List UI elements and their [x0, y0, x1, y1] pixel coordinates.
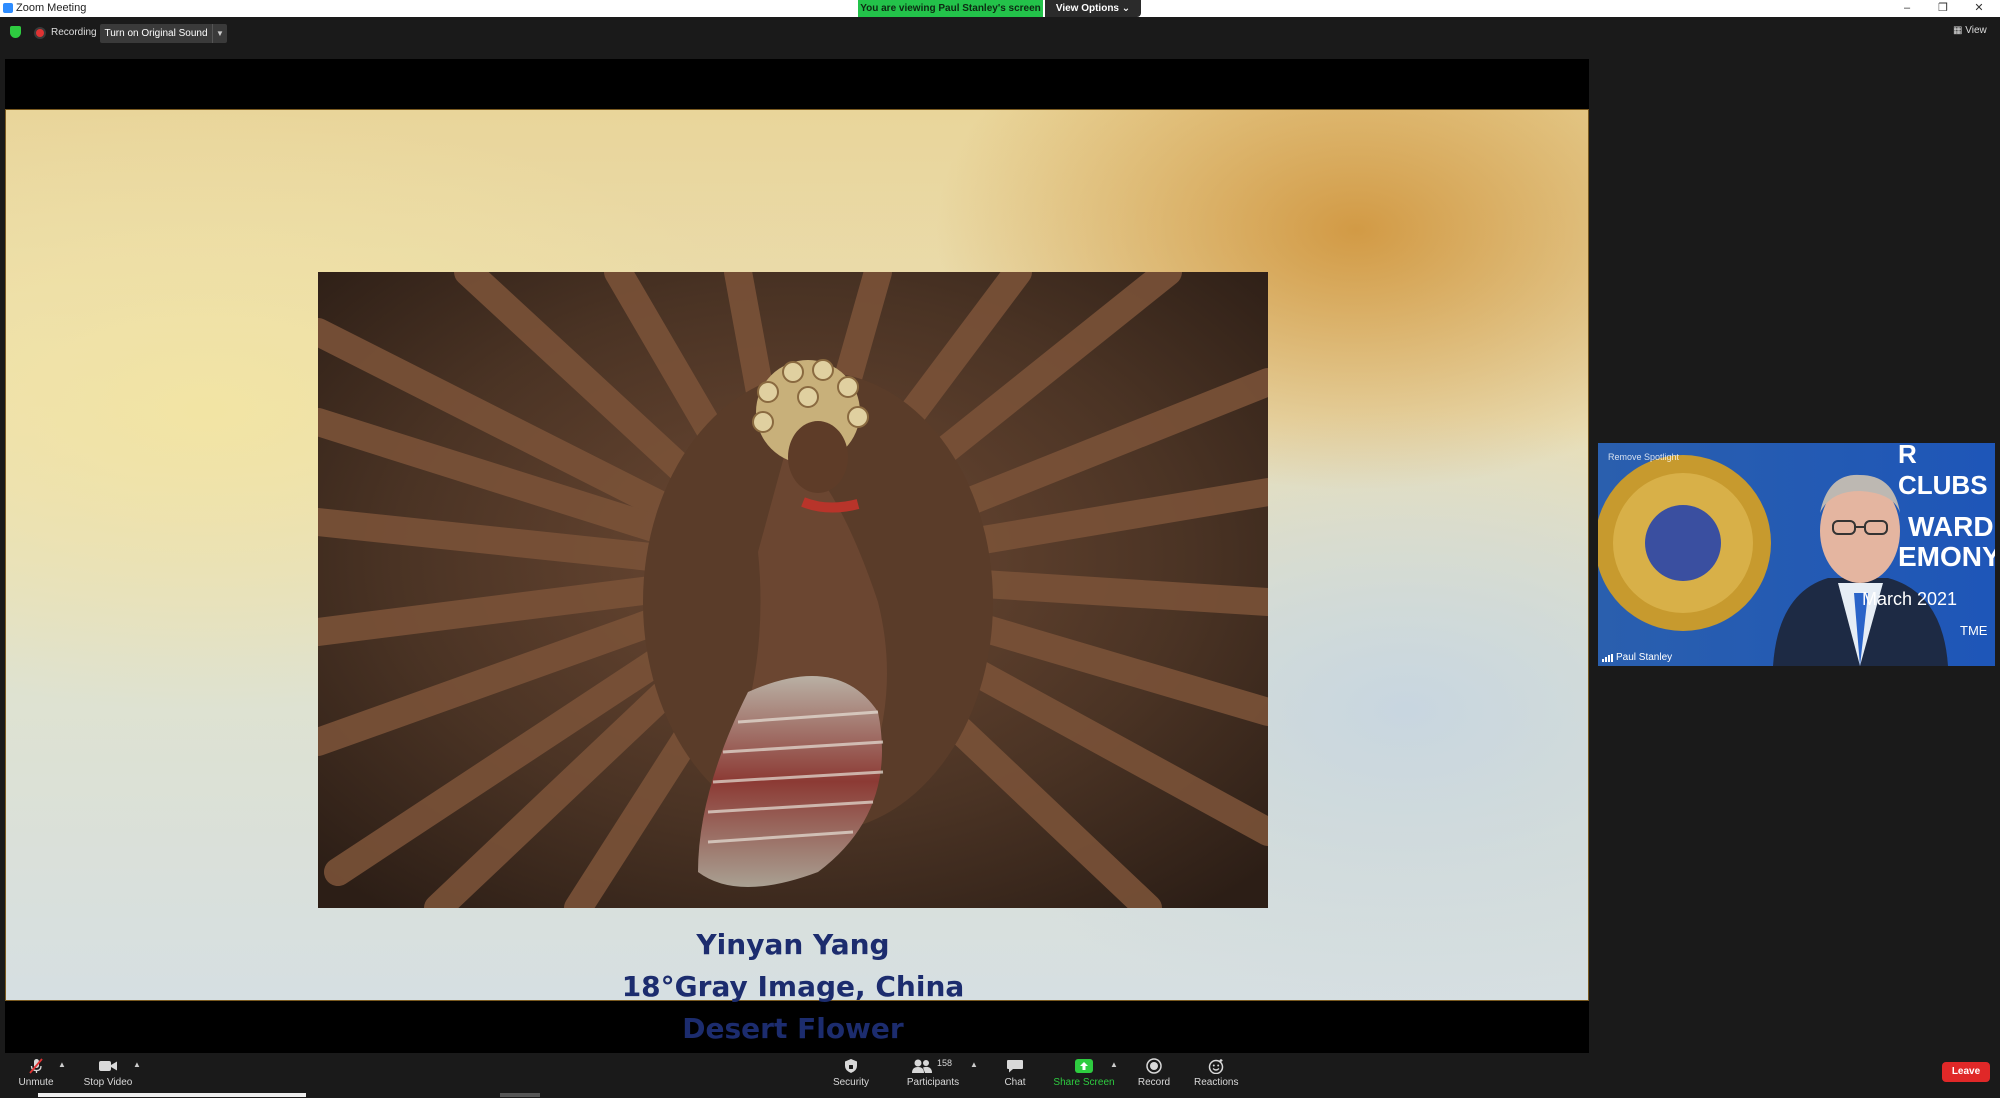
- desert-flower-photo: [318, 272, 1268, 908]
- view-layout-button[interactable]: ▦ View: [1953, 25, 1987, 36]
- participants-button[interactable]: 158 Participants: [903, 1058, 963, 1088]
- speaker-video-tile[interactable]: Remove Spotlight R CLUBS WARD EMONY Marc…: [1598, 443, 1995, 666]
- viewing-screen-notice: You are viewing Paul Stanley's screen: [858, 0, 1043, 17]
- video-options-caret-icon[interactable]: ▲: [133, 1060, 141, 1069]
- share-options-caret-icon[interactable]: ▲: [1110, 1060, 1118, 1069]
- chat-bubble-icon: [1007, 1060, 1023, 1073]
- security-button[interactable]: Security: [826, 1058, 876, 1088]
- bottom-scroll-strip: [38, 1093, 306, 1097]
- recording-label: Recording: [51, 27, 97, 38]
- participants-label: Participants: [906, 1077, 960, 1088]
- background-text-3: EMONY: [1898, 541, 1995, 572]
- participants-options-caret-icon[interactable]: ▲: [970, 1060, 978, 1069]
- signal-strength-icon: [1602, 654, 1613, 662]
- audio-options-caret-icon[interactable]: ▲: [58, 1060, 66, 1069]
- photographer-name: Yinyan Yang: [696, 928, 890, 961]
- original-sound-dropdown[interactable]: ▼: [212, 24, 227, 43]
- encryption-shield-icon[interactable]: [10, 26, 21, 38]
- photo-source: 18°Gray Image, China: [621, 970, 965, 1003]
- background-text-2: WARD: [1908, 511, 1994, 542]
- record-button[interactable]: Record: [1136, 1058, 1172, 1088]
- security-shield-icon: [845, 1059, 857, 1073]
- unmute-label: Unmute: [18, 1077, 54, 1088]
- unmute-button[interactable]: Unmute: [16, 1058, 56, 1088]
- share-screen-button[interactable]: Share Screen: [1052, 1058, 1116, 1088]
- background-text-1: R CLUBS: [1898, 443, 1988, 500]
- background-text-5: TME: [1960, 623, 1988, 638]
- slide-photo: [318, 272, 1268, 908]
- slide-caption: Yinyan Yang 18°Gray Image, China Desert …: [468, 924, 1118, 1050]
- stop-video-label: Stop Video: [83, 1077, 133, 1088]
- participants-count-badge: 158: [937, 1058, 953, 1068]
- participants-icon: [912, 1059, 932, 1073]
- chat-label: Chat: [1004, 1077, 1026, 1088]
- video-camera-icon: [99, 1061, 117, 1071]
- grid-icon: ▦: [1953, 25, 1966, 36]
- leave-meeting-button[interactable]: Leave: [1942, 1062, 1990, 1082]
- record-icon: [1146, 1058, 1162, 1074]
- reactions-label: Reactions: [1194, 1077, 1239, 1088]
- speaker-name-label: Paul Stanley: [1616, 652, 1673, 663]
- original-sound-button[interactable]: Turn on Original Sound: [100, 24, 212, 43]
- zoom-app-icon: [3, 3, 13, 13]
- bottom-scroll-marker: [500, 1093, 540, 1097]
- muted-microphone-icon: [29, 1058, 43, 1074]
- window-title-bar: Zoom Meeting You are viewing Paul Stanle…: [0, 0, 2000, 17]
- remove-spotlight-label[interactable]: Remove Spotlight: [1608, 452, 1679, 462]
- meeting-status-bar: [0, 17, 2000, 47]
- share-screen-arrow-icon: [1075, 1059, 1093, 1073]
- presentation-slide: Yinyan Yang 18°Gray Image, China Desert …: [5, 109, 1589, 1045]
- stop-video-button[interactable]: Stop Video: [80, 1058, 136, 1088]
- participants-icon-group: 158: [911, 1058, 955, 1074]
- restore-button[interactable]: ❐: [1926, 0, 1960, 17]
- share-screen-label: Share Screen: [1053, 1077, 1115, 1088]
- chat-button[interactable]: Chat: [1000, 1058, 1030, 1088]
- minimize-button[interactable]: –: [1890, 0, 1924, 17]
- reactions-smiley-icon: [1208, 1059, 1224, 1074]
- background-text-4: March 2021: [1862, 589, 1958, 609]
- record-label: Record: [1137, 1077, 1171, 1088]
- view-options-button[interactable]: View Options ⌄: [1045, 0, 1141, 17]
- close-button[interactable]: ✕: [1962, 0, 1996, 17]
- window-title: Zoom Meeting: [16, 2, 87, 14]
- photo-title: Desert Flower: [682, 1012, 904, 1045]
- security-label: Security: [832, 1077, 870, 1088]
- recording-dot-icon: [36, 29, 44, 37]
- reactions-button[interactable]: Reactions: [1194, 1058, 1238, 1088]
